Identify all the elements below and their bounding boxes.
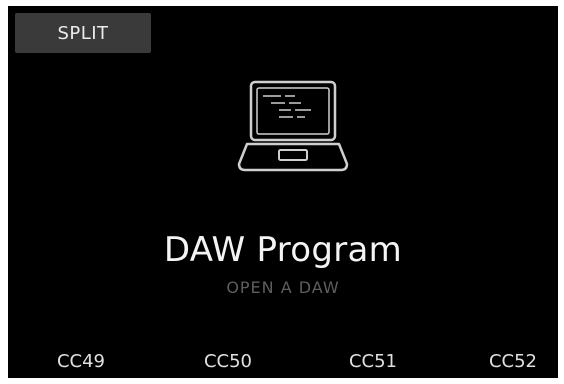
split-mode-button[interactable]: SPLIT	[15, 13, 151, 53]
split-mode-label: SPLIT	[57, 22, 109, 44]
cc-control-3[interactable]: CC51	[313, 350, 433, 374]
program-title: DAW Program	[163, 230, 403, 270]
device-display: SPLIT DAW Program OPEN A DAW CC49 CC50 C…	[8, 6, 558, 378]
laptop-icon	[237, 80, 349, 172]
cc-control-4[interactable]: CC52	[453, 350, 558, 374]
cc-controls-row: CC49 CC50 CC51 CC52	[8, 350, 558, 376]
cc-control-2[interactable]: CC50	[168, 350, 288, 374]
cc-control-1[interactable]: CC49	[21, 350, 141, 374]
program-hint: OPEN A DAW	[226, 278, 340, 297]
